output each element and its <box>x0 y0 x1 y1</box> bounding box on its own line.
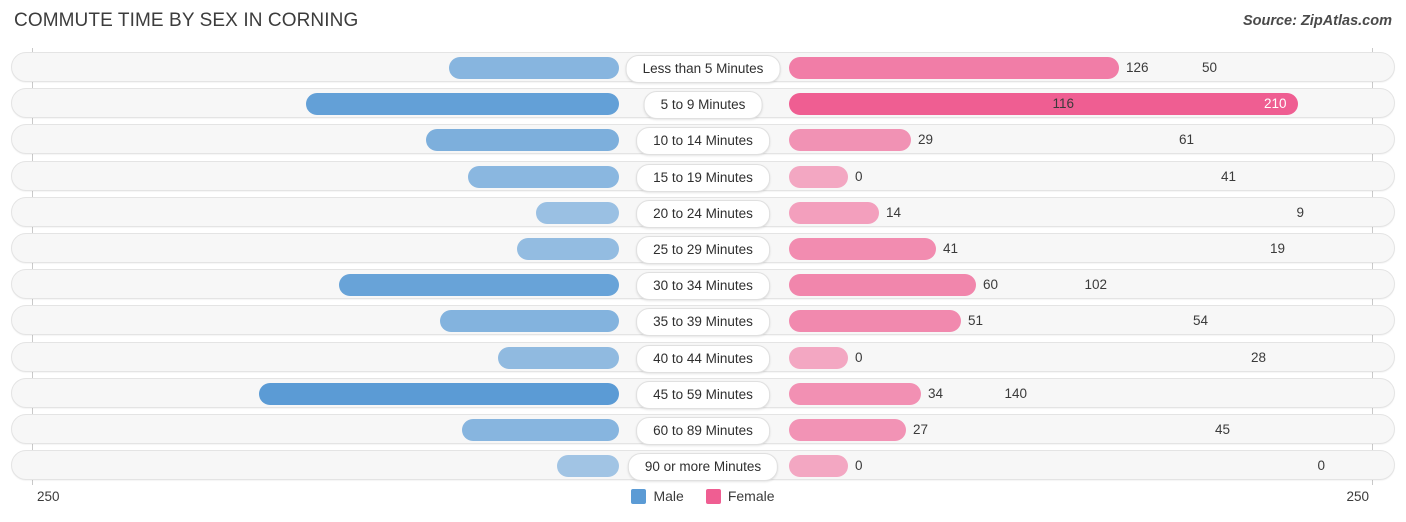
value-label-male: 50 <box>1201 60 1217 75</box>
bar-female[interactable] <box>789 57 1119 79</box>
legend-swatch-icon <box>631 488 647 504</box>
table-row[interactable]: 41 0 15 to 19 Minutes <box>11 160 1395 192</box>
bar-female[interactable] <box>789 129 911 152</box>
category-label: 40 to 44 Minutes <box>636 344 770 373</box>
value-label-male: 19 <box>1269 241 1285 256</box>
category-label: 30 to 34 Minutes <box>636 272 770 301</box>
bar-male[interactable] <box>339 274 619 297</box>
bar-female[interactable] <box>789 310 961 333</box>
table-row[interactable]: 61 29 10 to 14 Minutes <box>11 124 1395 156</box>
chart-footer: 250 250 Male Female <box>0 486 1406 522</box>
value-label-female: 126 <box>1126 60 1149 75</box>
category-label: 45 to 59 Minutes <box>636 380 770 409</box>
page-title: COMMUTE TIME BY SEX IN CORNING <box>14 10 359 31</box>
value-label-male: 28 <box>1250 349 1266 365</box>
table-row[interactable]: 28 0 40 to 44 Minutes <box>11 341 1395 373</box>
table-row[interactable]: 102 60 30 to 34 Minutes <box>11 269 1395 301</box>
value-label-female: 34 <box>928 385 944 401</box>
category-label: 25 to 29 Minutes <box>636 236 770 264</box>
bar-male[interactable] <box>557 455 619 478</box>
bar-male[interactable] <box>468 165 619 188</box>
table-row[interactable]: 45 27 60 to 89 Minutes <box>11 414 1395 445</box>
bar-female[interactable] <box>789 346 848 369</box>
bar-male[interactable] <box>306 93 619 116</box>
category-label: 35 to 39 Minutes <box>636 308 770 337</box>
chart-header: COMMUTE TIME BY SEX IN CORNING Source: Z… <box>0 0 1406 42</box>
table-row[interactable]: 50 126 Less than 5 Minutes <box>11 52 1395 83</box>
table-row[interactable]: 140 34 45 to 59 Minutes <box>11 377 1395 409</box>
bar-female[interactable] <box>789 93 1298 116</box>
table-row[interactable]: 9 14 20 to 24 Minutes <box>11 196 1395 228</box>
value-label-female: 0 <box>855 458 863 474</box>
legend-swatch-icon <box>705 488 721 504</box>
table-row[interactable]: 116 210 5 to 9 Minutes <box>11 88 1395 120</box>
bar-male[interactable] <box>517 238 619 260</box>
bar-female[interactable] <box>789 238 936 260</box>
bar-female[interactable] <box>789 419 906 441</box>
table-row[interactable]: 54 51 35 to 39 Minutes <box>11 305 1395 337</box>
bar-male[interactable] <box>498 346 619 369</box>
legend-label: Male <box>653 488 684 504</box>
value-label-female: 0 <box>855 168 863 184</box>
value-label-female: 210 <box>1264 96 1287 112</box>
value-label-female: 60 <box>983 277 999 293</box>
bar-female[interactable] <box>789 382 921 405</box>
table-row[interactable]: 19 41 25 to 29 Minutes <box>11 233 1395 264</box>
value-label-female: 41 <box>943 241 959 256</box>
value-label-female: 14 <box>886 204 902 220</box>
value-label-male: 116 <box>1052 96 1074 112</box>
value-label-male: 140 <box>1004 385 1027 401</box>
bar-female[interactable] <box>789 165 848 188</box>
category-label: 15 to 19 Minutes <box>636 163 770 192</box>
category-label: Less than 5 Minutes <box>625 55 781 83</box>
table-row[interactable]: 0 0 90 or more Minutes <box>11 450 1395 482</box>
category-label: 5 to 9 Minutes <box>643 91 763 120</box>
bar-female[interactable] <box>789 274 976 297</box>
value-label-female: 27 <box>913 422 929 437</box>
category-label: 60 to 89 Minutes <box>636 417 770 445</box>
bar-male[interactable] <box>449 57 619 79</box>
bar-male[interactable] <box>440 310 619 333</box>
value-label-male: 54 <box>1192 313 1208 329</box>
value-label-male: 45 <box>1214 422 1230 437</box>
category-label: 20 to 24 Minutes <box>636 199 770 228</box>
value-label-female: 29 <box>918 132 934 148</box>
chart-plot-area: 50 126 Less than 5 Minutes 116 210 5 to 9 Min… <box>0 48 1406 486</box>
bar-male[interactable] <box>462 419 619 441</box>
category-label: 10 to 14 Minutes <box>636 127 770 156</box>
value-label-male: 61 <box>1178 132 1194 148</box>
value-label-male: 102 <box>1084 277 1107 293</box>
legend-item-male[interactable]: Male <box>631 488 684 504</box>
chart-legend: Male Female <box>0 488 1406 504</box>
category-label: 90 or more Minutes <box>627 453 779 482</box>
legend-item-female[interactable]: Female <box>705 488 775 504</box>
bar-female[interactable] <box>789 201 879 224</box>
value-label-male: 41 <box>1220 168 1236 184</box>
value-label-female: 0 <box>855 349 863 365</box>
value-label-male: 0 <box>1317 458 1325 474</box>
bar-male[interactable] <box>259 382 619 405</box>
bar-female[interactable] <box>789 455 848 478</box>
value-label-male: 9 <box>1296 204 1304 220</box>
legend-label: Female <box>727 488 775 504</box>
bar-male[interactable] <box>536 201 619 224</box>
source-attribution: Source: ZipAtlas.com <box>1242 13 1392 29</box>
value-label-female: 51 <box>968 313 984 329</box>
bar-male[interactable] <box>426 129 619 152</box>
